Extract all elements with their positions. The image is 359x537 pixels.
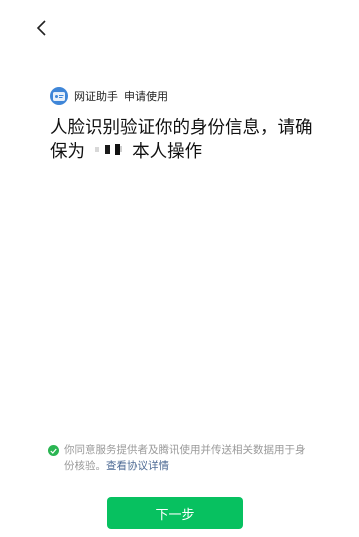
back-button[interactable]: [30, 16, 52, 40]
redacted-name: [92, 140, 126, 164]
page-title: 人脸识别验证你的身份信息，请确保为 本人操作: [50, 116, 320, 164]
app-info: 网证助手 申请使用: [50, 86, 168, 106]
consent-text-block: 你同意服务提供者及腾讯使用并传送相关数据用于身份核验。查看协议详情: [64, 442, 308, 474]
next-step-button[interactable]: 下一步: [107, 497, 243, 529]
app-name: 网证助手: [74, 90, 118, 103]
check-circle-icon[interactable]: [48, 445, 59, 456]
consent-text: 你同意服务提供者及腾讯使用并传送相关数据用于身份核验。: [64, 444, 306, 472]
agreement-details-link[interactable]: 查看协议详情: [106, 460, 169, 472]
consent-agreement: 你同意服务提供者及腾讯使用并传送相关数据用于身份核验。查看协议详情: [48, 442, 308, 474]
chevron-left-icon: [36, 20, 46, 36]
headline-suffix: 本人操作: [132, 142, 203, 162]
app-request-text: 申请使用: [124, 90, 168, 103]
id-card-icon: [50, 87, 68, 105]
